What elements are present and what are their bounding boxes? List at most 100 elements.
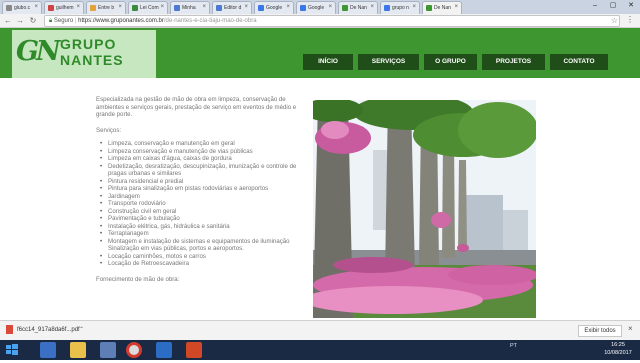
logo-mark: GN <box>16 36 61 67</box>
browser-tab[interactable]: Google × <box>254 1 294 14</box>
url-domain: https://www.gruponantes.com.br <box>78 18 164 24</box>
taskbar-clock[interactable]: 16:25 10/08/2017 <box>598 342 638 357</box>
browser-tab[interactable]: glubo.c × <box>2 1 42 14</box>
close-icon[interactable]: × <box>34 4 38 10</box>
language-indicator[interactable]: PT <box>510 343 517 349</box>
favicon-icon <box>384 5 390 11</box>
intro-paragraph: Especializada na gestão de mão de obra e… <box>96 96 297 118</box>
chevron-up-icon[interactable]: ⌃ <box>79 324 84 337</box>
reload-icon[interactable]: ↻ <box>28 15 38 26</box>
list-item: Pintura residencial e predial <box>100 178 310 186</box>
clock-time: 16:25 <box>611 342 625 348</box>
browser-toolbar: ← → ↻ 🔒︎ Seguro | https://www.gruponante… <box>0 14 640 28</box>
favicon-icon <box>342 5 348 11</box>
browser-menu-icon[interactable]: ⋮ <box>626 15 634 24</box>
close-icon[interactable]: × <box>628 324 633 333</box>
list-item: Transporte rodoviário <box>100 200 310 208</box>
main-nav: INÍCIO SERVIÇOS O GRUPO PROJETOS CONTATO <box>303 54 608 70</box>
site-logo[interactable]: GN GRUPO NANTES <box>12 30 156 78</box>
favicon-icon <box>90 5 96 11</box>
browser-tab-strip: glubo.c × guilhem × Entre b × Lei Com × Minh… <box>0 0 640 15</box>
close-icon[interactable]: × <box>286 4 290 10</box>
secure-label: Seguro <box>53 18 74 24</box>
favicon-icon <box>6 5 12 11</box>
favicon-icon <box>300 5 306 11</box>
browser-tab[interactable]: Lei Com × <box>128 1 168 14</box>
media-player-icon[interactable] <box>100 342 116 358</box>
close-icon[interactable]: × <box>160 4 164 10</box>
list-item: Construção civil em geral <box>100 208 310 216</box>
clock-date: 10/08/2017 <box>604 349 632 356</box>
favicon-icon <box>132 5 138 11</box>
address-bar[interactable]: 🔒︎ Seguro | https://www.gruponantes.com.… <box>44 15 620 27</box>
windows-taskbar: PT 16:25 10/08/2017 <box>0 340 640 360</box>
list-item: Limpeza, conservação e manutenção em ger… <box>100 140 310 148</box>
close-icon[interactable]: × <box>328 4 332 10</box>
bookmark-star-icon[interactable]: ☆ <box>611 16 618 25</box>
lock-icon: 🔒︎ <box>49 18 53 24</box>
logo-text-line2: NANTES <box>60 52 124 68</box>
app-icon[interactable] <box>156 342 172 358</box>
close-icon[interactable]: × <box>244 4 248 10</box>
browser-tab[interactable]: Entre b × <box>86 1 126 14</box>
download-file-name: f6cc14_917a8da6f...pdf <box>17 327 80 333</box>
list-item: Locação de Retroescavadeira <box>100 260 310 268</box>
ie-icon[interactable] <box>40 342 56 358</box>
download-item[interactable]: f6cc14_917a8da6f...pdf ⌃ <box>6 324 84 337</box>
start-button[interactable] <box>4 342 20 358</box>
nav-o-grupo[interactable]: O GRUPO <box>424 54 477 70</box>
list-item: Limpeza em caixas d'água, caixas de gord… <box>100 155 310 163</box>
favicon-icon <box>48 5 54 11</box>
file-explorer-icon[interactable] <box>70 342 86 358</box>
browser-tab[interactable]: Minha × <box>170 1 210 14</box>
favicon-icon <box>216 5 222 11</box>
close-icon[interactable]: × <box>412 4 416 10</box>
nav-inicio[interactable]: INÍCIO <box>303 54 353 70</box>
labor-title: Fornecimento de mão de obra: <box>96 275 180 283</box>
favicon-icon <box>258 5 264 11</box>
list-item: Pavimentação e tubulação <box>100 215 310 223</box>
palm-trees-illustration <box>313 100 536 318</box>
logo-text-line1: GRUPO <box>60 36 117 52</box>
list-item: Terraplanagem <box>100 230 310 238</box>
list-item: Dedetização, desratização, descupinizaçã… <box>100 163 310 178</box>
browser-tab[interactable]: grupo n × <box>380 1 420 14</box>
list-item: Limpeza conservação e manutenção de vias… <box>100 148 310 156</box>
windows-logo-icon <box>6 344 18 355</box>
site-header: GN GRUPO NANTES INÍCIO SERVIÇOS O GRUPO … <box>0 28 640 78</box>
chrome-icon[interactable] <box>126 342 142 358</box>
forward-icon[interactable]: → <box>15 15 25 26</box>
list-item: Locação caminhões, motos e carros <box>100 253 310 261</box>
nav-servicos[interactable]: SERVIÇOS <box>358 54 419 70</box>
browser-tab-active[interactable]: De Nan × <box>422 1 462 15</box>
url-path: /de-nantes-e-cia-tiaju-mao-de-obra <box>163 18 257 24</box>
maximize-icon[interactable]: ▢ <box>604 0 622 12</box>
minimize-icon[interactable]: – <box>586 0 604 12</box>
favicon-icon <box>426 5 432 11</box>
list-item: Montagem e instalação de sistemas e equi… <box>100 238 310 253</box>
close-icon[interactable]: × <box>202 4 206 10</box>
nav-projetos[interactable]: PROJETOS <box>482 54 545 70</box>
download-bar: f6cc14_917a8da6f...pdf ⌃ Exibir todos × <box>0 320 640 340</box>
close-window-icon[interactable]: ✕ <box>622 0 640 12</box>
office-icon[interactable] <box>186 342 202 358</box>
services-title: Serviços: <box>96 126 122 134</box>
browser-tab[interactable]: Editor d × <box>212 1 252 14</box>
close-icon[interactable]: × <box>76 4 80 10</box>
list-item: Pintura para sinalização em pistas rodov… <box>100 185 310 193</box>
list-item: Instalação elétrica, gás, hidráulica e s… <box>100 223 310 231</box>
browser-tab[interactable]: De Nan × <box>338 1 378 14</box>
back-icon[interactable]: ← <box>3 15 13 26</box>
close-icon[interactable]: × <box>370 4 374 10</box>
list-item: Jardinagem <box>100 193 310 201</box>
web-page: GN GRUPO NANTES INÍCIO SERVIÇOS O GRUPO … <box>0 28 640 320</box>
pdf-file-icon <box>6 324 13 334</box>
close-icon[interactable]: × <box>454 4 458 10</box>
browser-tab[interactable]: guilhem × <box>44 1 84 14</box>
favicon-icon <box>174 5 180 11</box>
nav-contato[interactable]: CONTATO <box>550 54 608 70</box>
browser-tab[interactable]: Google × <box>296 1 336 14</box>
close-icon[interactable]: × <box>118 4 122 10</box>
palm-trees-photo <box>313 100 536 318</box>
show-all-downloads-button[interactable]: Exibir todos <box>578 325 622 337</box>
